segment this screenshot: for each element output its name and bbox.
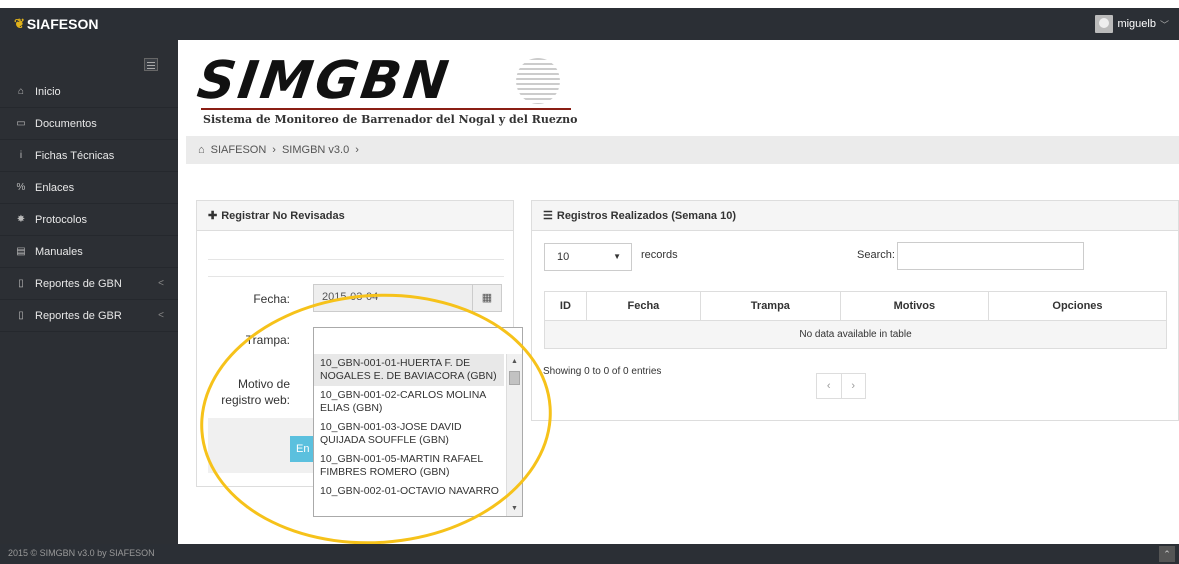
brand-logo[interactable]: ❦ SIAFESON (14, 16, 98, 32)
trampa-option[interactable]: 10_GBN-001-02-CARLOS MOLINA ELIAS (GBN) (314, 386, 504, 418)
menu-toggle-icon[interactable] (144, 58, 158, 71)
motivo-label-line2: registro web: (221, 393, 290, 407)
search-label: Search: (857, 249, 895, 261)
list-icon: ☰ (543, 210, 553, 222)
book-icon: ▤ (16, 246, 26, 257)
column-header-opciones[interactable]: Opciones (987, 291, 1168, 321)
column-header-fecha[interactable]: Fecha (585, 291, 701, 321)
table-header-row: ID Fecha Trampa Motivos Opciones (544, 291, 1168, 321)
column-header-motivos[interactable]: Motivos (839, 291, 989, 321)
scroll-up-arrow-icon[interactable]: ▲ (507, 356, 522, 368)
empty-table-message: No data available in table (544, 320, 1167, 349)
chevron-left-icon: < (158, 278, 164, 289)
sidebar-item-label: Enlaces (35, 181, 75, 194)
records-length-select[interactable]: 10 ▼ (544, 243, 632, 271)
footer-text: 2015 © SIMGBN v3.0 by SIAFESON (8, 548, 155, 558)
fecha-input[interactable]: 2015-03-04 (313, 284, 473, 312)
sidebar-item-label: Protocolos (35, 213, 87, 226)
breadcrumb: ⌂ SIAFESON › SIMGBN v3.0 › (186, 136, 1179, 164)
brand-name: SIAFESON (26, 16, 99, 32)
records-table: ID Fecha Trampa Motivos Opciones No data ava… (544, 291, 1168, 349)
chevron-down-icon: ﹀ (1159, 19, 1169, 30)
fecha-label: Fecha: (253, 292, 290, 306)
link-icon: % (16, 182, 26, 193)
sidebar-item-label: Inicio (35, 85, 61, 98)
sidebar-item-documentos[interactable]: ▭ Documentos (0, 108, 178, 140)
table-info: Showing 0 to 0 of 0 entries (543, 366, 662, 377)
scroll-thumb[interactable] (509, 371, 520, 385)
leaf-icon: ❦ (14, 16, 25, 31)
dropdown-scrollbar[interactable]: ▲ ▼ (506, 354, 522, 516)
breadcrumb-separator: › (355, 144, 359, 156)
sidebar-item-enlaces[interactable]: % Enlaces (0, 172, 178, 204)
sidebar-item-manuales[interactable]: ▤ Manuales (0, 236, 178, 268)
sidebar-item-inicio[interactable]: ⌂ Inicio (0, 76, 178, 108)
folder-icon: ▭ (16, 118, 26, 129)
trampa-option[interactable]: 10_GBN-001-01-HUERTA F. DE NOGALES E. DE… (314, 354, 504, 386)
plus-icon: ✚ (208, 210, 218, 222)
column-header-id[interactable]: ID (544, 291, 587, 321)
trampa-option[interactable]: 10_GBN-002-01-OCTAVIO NAVARRO (314, 482, 504, 501)
sidebar-nav: ⌂ Inicio ▭ Documentos i Fichas Técnicas% Enlac… (0, 76, 178, 332)
column-header-trampa[interactable]: Trampa (699, 291, 841, 321)
calendar-icon[interactable]: ▦ (472, 284, 502, 312)
prev-page-button[interactable]: ‹ (817, 374, 842, 398)
search-input[interactable] (897, 242, 1084, 270)
scroll-to-top-icon[interactable]: ⌃ (1159, 546, 1175, 562)
trampa-option[interactable]: 10_GBN-001-03-JOSE DAVID QUIJADA SOUFFLE… (314, 418, 504, 450)
divider (208, 259, 504, 260)
sidebar-item-fichas-t-cnicas[interactable]: i Fichas Técnicas (0, 140, 178, 172)
logo-subtitle: Sistema de Monitoreo de Barrenador del N… (203, 113, 578, 126)
trampa-label: Trampa: (245, 333, 290, 347)
home-icon: ⌂ (17, 86, 25, 97)
breadcrumb-separator: › (272, 144, 276, 156)
footer: 2015 © SIMGBN v3.0 by SIAFESON ⌃ (0, 544, 1179, 564)
records-panel-title: Registros Realizados (Semana 10) (556, 209, 736, 222)
chevron-left-icon: < (158, 310, 164, 321)
sidebar-item-label: Fichas Técnicas (35, 149, 115, 162)
trampa-select-field[interactable] (314, 328, 522, 354)
motivo-label: Motivo de registro web: (210, 376, 290, 408)
divider (208, 276, 504, 277)
logo-title: SIMGBN (193, 51, 455, 111)
trampa-option[interactable]: 10_GBN-001-05-MARTIN RAFAEL FIMBRES ROME… (314, 450, 504, 482)
sidebar-item-label: Manuales (35, 245, 83, 258)
logo-stripes-graphic (516, 58, 560, 104)
register-panel-header: ✚ Registrar No Revisadas (197, 201, 513, 231)
records-panel-header: ☰ Registros Realizados (Semana 10) (532, 201, 1178, 231)
breadcrumb-item-simgbn[interactable]: SIMGBN v3.0 (282, 144, 349, 156)
sidebar-item-reportes-de-gbr[interactable]: ▯ Reportes de GBR < (0, 300, 178, 332)
trampa-select-dropdown[interactable]: 10_GBN-001-01-HUERTA F. DE NOGALES E. DE… (313, 327, 523, 517)
records-length-label: records (641, 249, 678, 261)
sidebar: ⌂ Inicio ▭ Documentos i Fichas Técnicas% Enlac… (0, 40, 178, 544)
avatar (1095, 15, 1114, 33)
caret-down-icon: ▼ (613, 252, 621, 261)
next-page-button[interactable]: › (842, 374, 866, 398)
scroll-down-arrow-icon[interactable]: ▼ (507, 503, 522, 515)
file-icon: ▯ (18, 278, 24, 289)
sidebar-item-label: Reportes de GBN (35, 277, 122, 290)
simgbn-logo: SIMGBN (194, 51, 560, 111)
pagination: ‹ › (816, 373, 866, 399)
register-panel-title: Registrar No Revisadas (221, 209, 345, 222)
file-icon: ▯ (18, 310, 24, 321)
gear-icon: ✸ (16, 214, 26, 225)
username: miguelb (1117, 18, 1156, 30)
breadcrumb-item-siafeson[interactable]: SIAFESON (211, 144, 267, 156)
user-menu[interactable]: miguelb ﹀ (1095, 15, 1169, 33)
table-row: No data available in table (544, 320, 1167, 349)
sidebar-item-reportes-de-gbn[interactable]: ▯ Reportes de GBN < (0, 268, 178, 300)
sidebar-item-label: Documentos (35, 117, 97, 130)
info-icon: i (19, 150, 23, 161)
trampa-options-list: 10_GBN-001-01-HUERTA F. DE NOGALES E. DE… (314, 354, 522, 501)
motivo-label-line1: Motivo de (237, 377, 290, 391)
sidebar-item-protocolos[interactable]: ✸ Protocolos (0, 204, 178, 236)
home-icon: ⌂ (198, 144, 205, 156)
logo-underline (201, 108, 571, 110)
top-navbar: ❦ SIAFESON miguelb ﹀ (0, 8, 1179, 40)
sidebar-item-label: Reportes de GBR (35, 309, 122, 322)
records-length-value: 10 (557, 251, 570, 263)
